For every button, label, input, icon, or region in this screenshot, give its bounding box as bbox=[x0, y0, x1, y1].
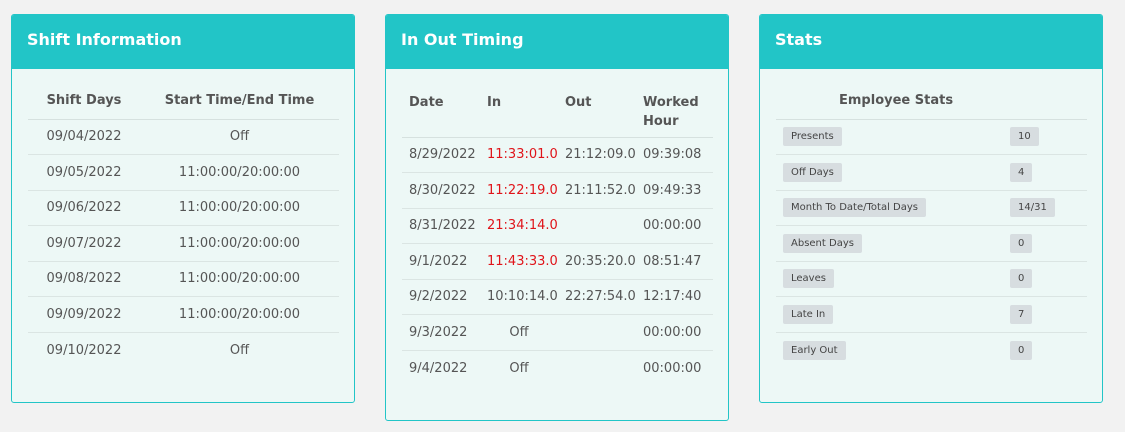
timing-date: 9/4/2022 bbox=[409, 360, 468, 376]
table-row: 9/4/2022 Off 00:00:00 bbox=[402, 350, 713, 386]
table-row: 9/1/2022 11:43:33.0 20:35:20.0 08:51:47 bbox=[402, 243, 713, 280]
shift-day: 09/05/2022 bbox=[28, 154, 140, 191]
employee-stats-header: Employee Stats bbox=[776, 91, 1087, 120]
stat-label-badge: Presents bbox=[783, 127, 842, 147]
shift-panel-title: Shift Information bbox=[12, 15, 354, 69]
stats-panel: Stats Employee Stats Presents 10 Off Day… bbox=[759, 14, 1103, 403]
shift-day: 09/08/2022 bbox=[28, 261, 140, 297]
stat-value-badge: 0 bbox=[1010, 340, 1033, 360]
timing-out: 21:12:09.0 bbox=[558, 137, 636, 173]
table-row: 9/2/2022 10:10:14.0 22:27:54.0 12:17:40 bbox=[402, 279, 713, 315]
timing-in: 21:34:14.0 bbox=[480, 208, 558, 244]
shift-day: 09/04/2022 bbox=[28, 119, 140, 155]
timing-in: Off bbox=[509, 360, 529, 376]
table-row: 09/08/2022 11:00:00/20:00:00 bbox=[28, 261, 339, 297]
shift-day: 09/10/2022 bbox=[46, 342, 122, 358]
worked-hour-header: Worked Hour bbox=[636, 91, 713, 138]
table-row: 8/31/2022 21:34:14.0 00:00:00 bbox=[402, 208, 713, 244]
stat-label-badge: Absent Days bbox=[783, 233, 862, 253]
table-row: Leaves 0 bbox=[776, 261, 1087, 297]
table-row: Early Out 0 bbox=[776, 332, 1087, 368]
stat-label-badge: Early Out bbox=[783, 340, 846, 360]
table-row: 9/3/2022 Off 00:00:00 bbox=[402, 314, 713, 351]
shift-time: Off bbox=[140, 119, 339, 155]
shift-day: 09/06/2022 bbox=[28, 190, 140, 226]
table-row: Month To Date/Total Days 14/31 bbox=[776, 190, 1087, 226]
table-row: 8/29/2022 11:33:01.0 21:12:09.0 09:39:08 bbox=[402, 137, 713, 173]
in-out-timing-panel: In Out Timing Date In Out Worked Hour 8/… bbox=[385, 14, 729, 421]
timing-worked: 00:00:00 bbox=[636, 208, 713, 244]
stat-value-badge: 0 bbox=[1010, 233, 1033, 253]
timing-out: 22:27:54.0 bbox=[558, 279, 636, 315]
timing-out bbox=[558, 208, 636, 244]
shift-time: Off bbox=[229, 342, 250, 358]
stat-value-badge: 0 bbox=[1010, 269, 1033, 289]
timing-worked: 08:51:47 bbox=[636, 243, 713, 280]
shift-time: 11:00:00/20:00:00 bbox=[140, 261, 339, 297]
timing-date: 8/31/2022 bbox=[402, 208, 480, 244]
table-row: Presents 10 bbox=[776, 119, 1087, 155]
stats-panel-title: Stats bbox=[760, 15, 1102, 69]
table-row: 8/30/2022 11:22:19.0 21:11:52.0 09:49:33 bbox=[402, 172, 713, 209]
timing-date: 8/29/2022 bbox=[402, 137, 480, 173]
timing-table: Date In Out Worked Hour 8/29/2022 11:33:… bbox=[402, 91, 713, 386]
timing-date: 8/30/2022 bbox=[402, 172, 480, 209]
shift-day: 09/09/2022 bbox=[28, 296, 140, 333]
timing-in: 10:10:14.0 bbox=[480, 279, 558, 315]
in-header: In bbox=[480, 91, 558, 138]
shift-time: 11:00:00/20:00:00 bbox=[140, 225, 339, 262]
stats-table: Employee Stats Presents 10 Off Days 4 Mo… bbox=[776, 91, 1087, 368]
stat-value-badge: 14/31 bbox=[1010, 198, 1055, 218]
timing-out bbox=[558, 314, 636, 351]
timing-worked: 12:17:40 bbox=[636, 279, 713, 315]
table-row: 09/06/2022 11:00:00/20:00:00 bbox=[28, 190, 339, 226]
timing-out: 21:11:52.0 bbox=[558, 172, 636, 209]
timing-panel-title: In Out Timing bbox=[386, 15, 728, 69]
timing-in: 11:33:01.0 bbox=[480, 137, 558, 173]
shift-information-panel: Shift Information Shift Days Start Time/… bbox=[11, 14, 355, 403]
table-row: 09/05/2022 11:00:00/20:00:00 bbox=[28, 154, 339, 191]
shift-day: 09/07/2022 bbox=[28, 225, 140, 262]
timing-date: 9/2/2022 bbox=[402, 279, 480, 315]
timing-worked: 09:49:33 bbox=[636, 172, 713, 209]
table-row: Off Days 4 bbox=[776, 154, 1087, 191]
timing-in: 11:22:19.0 bbox=[480, 172, 558, 209]
timing-worked: 09:39:08 bbox=[636, 137, 713, 173]
stat-value-badge: 4 bbox=[1010, 162, 1033, 182]
stat-value-badge: 7 bbox=[1010, 304, 1033, 324]
out-header: Out bbox=[558, 91, 636, 138]
shift-days-header: Shift Days bbox=[28, 91, 140, 120]
table-row: 09/07/2022 11:00:00/20:00:00 bbox=[28, 225, 339, 262]
timing-out bbox=[558, 350, 636, 386]
timing-date: 9/3/2022 bbox=[402, 314, 480, 351]
table-row: 09/09/2022 11:00:00/20:00:00 bbox=[28, 296, 339, 333]
timing-date: 9/1/2022 bbox=[402, 243, 480, 280]
table-row: Absent Days 0 bbox=[776, 225, 1087, 262]
stat-label-badge: Off Days bbox=[783, 162, 842, 182]
timing-in: 11:43:33.0 bbox=[480, 243, 558, 280]
timing-out: 20:35:20.0 bbox=[558, 243, 636, 280]
shift-time: 11:00:00/20:00:00 bbox=[140, 190, 339, 226]
shift-time: 11:00:00/20:00:00 bbox=[140, 154, 339, 191]
timing-in: Off bbox=[480, 314, 558, 351]
table-row: Late In 7 bbox=[776, 296, 1087, 333]
shift-table: Shift Days Start Time/End Time 09/04/202… bbox=[28, 91, 339, 368]
table-row: 09/10/2022 Off bbox=[28, 332, 339, 368]
stat-label-badge: Late In bbox=[783, 304, 834, 324]
table-row: 09/04/2022 Off bbox=[28, 119, 339, 155]
stat-label-badge: Month To Date/Total Days bbox=[783, 198, 926, 218]
shift-time: 11:00:00/20:00:00 bbox=[140, 296, 339, 333]
stat-value-badge: 10 bbox=[1010, 127, 1039, 147]
start-end-time-header: Start Time/End Time bbox=[140, 91, 339, 120]
stat-label-badge: Leaves bbox=[783, 269, 834, 289]
timing-worked: 00:00:00 bbox=[636, 314, 713, 351]
timing-worked: 00:00:00 bbox=[643, 360, 702, 376]
date-header: Date bbox=[402, 91, 480, 138]
